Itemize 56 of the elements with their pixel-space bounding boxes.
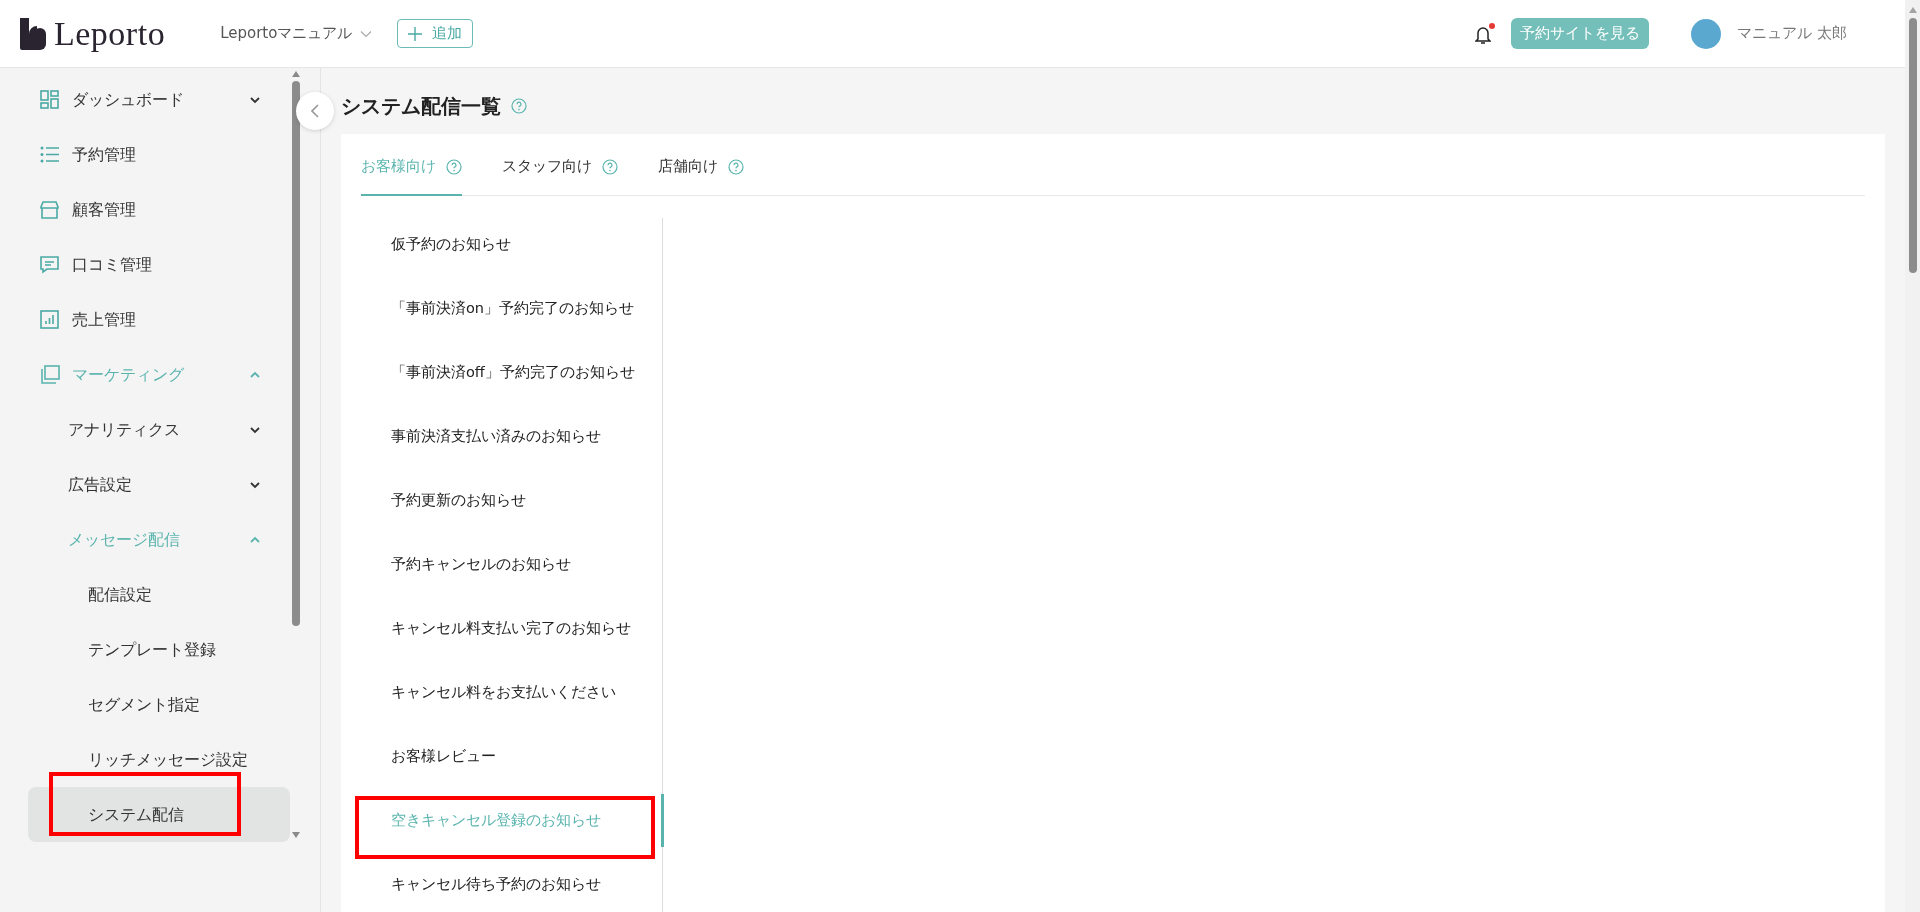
storefront-icon [40, 199, 60, 220]
scrollbar-thumb[interactable] [292, 81, 300, 627]
tab[interactable]: 店舗向け [658, 140, 744, 197]
logo-text: Leporto [54, 16, 166, 51]
collapse-sidebar-button[interactable] [296, 92, 334, 131]
message-type-item[interactable]: キャンセル料支払い完了のお知らせ [361, 602, 662, 656]
help-icon[interactable] [511, 98, 527, 115]
sidebar-item[interactable]: テンプレート登録 [28, 622, 290, 678]
plus-icon [408, 26, 423, 41]
chevron-icon [250, 535, 260, 544]
message-type-item[interactable]: 事前決済支払い済みのお知らせ [361, 410, 662, 464]
message-type-item[interactable]: 予約更新のお知らせ [361, 474, 662, 528]
sidebar-item[interactable]: システム配信 [28, 787, 290, 843]
sidebar-item[interactable]: 顧客管理 [28, 182, 290, 238]
notification-bell-icon[interactable] [1475, 22, 1496, 45]
scrollbar-thumb[interactable] [1908, 18, 1917, 273]
scroll-up-arrow-icon[interactable] [1907, 6, 1918, 14]
dashboard-grid-icon [40, 89, 60, 110]
page-title: システム配信一覧 [341, 94, 501, 119]
chevron-icon [250, 480, 260, 489]
message-type-item[interactable]: 仮予約のお知らせ [361, 218, 662, 272]
sidebar-item[interactable]: 予約管理 [28, 127, 290, 183]
sidebar-item[interactable]: 売上管理 [28, 292, 290, 348]
sidebar-item[interactable]: 口コミ管理 [28, 237, 290, 293]
list-icon [40, 144, 60, 165]
chevron-left-icon [311, 104, 319, 119]
message-type-item[interactable]: キャンセル料をお支払いください [361, 666, 662, 720]
avatar [1691, 18, 1722, 49]
help-icon[interactable] [728, 159, 744, 176]
stacked-pages-icon [40, 364, 60, 385]
workspace-dropdown[interactable]: Leportoマニュアル [219, 21, 374, 46]
sidebar-item[interactable]: 配信設定 [28, 567, 290, 623]
message-type-item[interactable]: 「事前決済off」予約完了のお知らせ [361, 346, 662, 400]
scroll-down-arrow-icon[interactable] [291, 831, 301, 840]
chat-bubble-icon [40, 254, 60, 275]
help-icon[interactable] [446, 159, 462, 176]
help-icon[interactable] [602, 159, 618, 176]
chevron-icon [250, 95, 260, 104]
sidebar-item[interactable]: リッチメッセージ設定 [28, 732, 290, 788]
sidebar-item[interactable]: ダッシュボード [28, 72, 290, 128]
scroll-up-arrow-icon[interactable] [291, 70, 301, 79]
logo-mark [20, 17, 46, 50]
chevron-icon [250, 370, 260, 379]
bar-chart-icon [40, 309, 60, 330]
message-type-item[interactable]: お客様レビュー [361, 730, 662, 784]
user-name: マニュアル 太郎 [1737, 23, 1847, 45]
sidebar-item[interactable]: セグメント指定 [28, 677, 290, 733]
page-scrollbar[interactable] [1905, 0, 1920, 912]
sidebar-item[interactable]: アナリティクス [28, 402, 290, 458]
caret-icon [360, 29, 373, 38]
message-type-item[interactable]: キャンセル待ち予約のお知らせ [361, 858, 662, 912]
chevron-icon [250, 425, 260, 434]
tab[interactable]: スタッフ向け [502, 140, 618, 197]
message-type-item[interactable]: 予約キャンセルのお知らせ [361, 538, 662, 592]
message-type-item[interactable]: 「事前決済on」予約完了のお知らせ [361, 282, 662, 336]
sidebar-item[interactable]: 広告設定 [28, 457, 290, 513]
